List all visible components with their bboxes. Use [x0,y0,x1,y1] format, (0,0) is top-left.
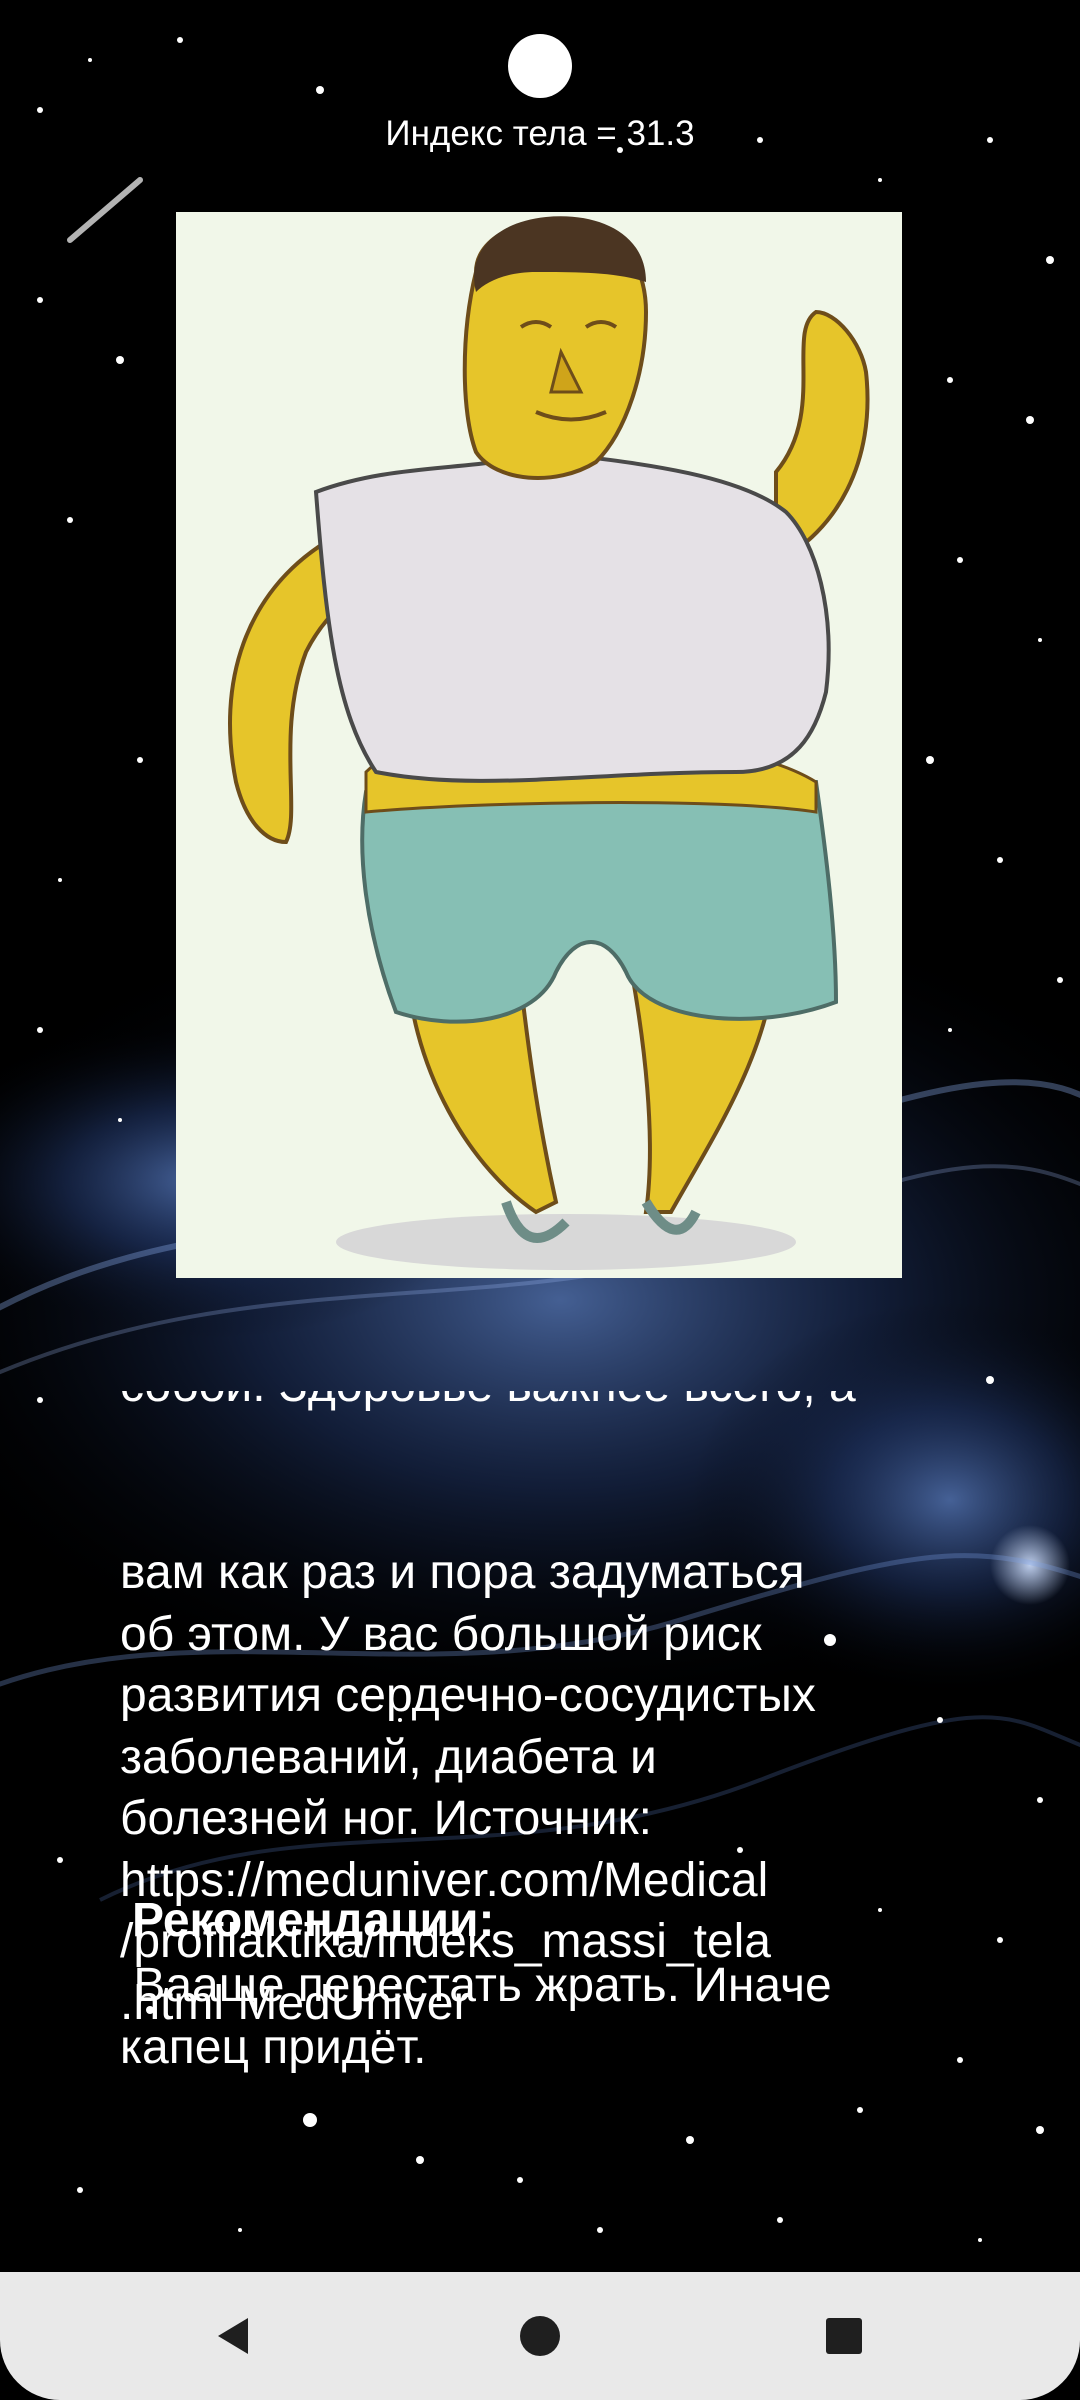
home-circle-icon [520,2316,560,2356]
back-button[interactable] [200,2302,268,2370]
overweight-man-illustration [176,212,902,1278]
bmi-label: Индекс тела = 31.3 [385,114,695,153]
clipped-description-line: собой. Здоровье важнее всего, а [120,1391,960,1419]
recents-square-icon [826,2318,862,2354]
home-button[interactable] [506,2302,574,2370]
recommendations-heading: Рекомендации: [132,1894,495,1947]
recommendations-text: Вааще перестать жрать. Иначе капец придё… [120,1959,832,2074]
back-triangle-icon [218,2318,248,2354]
front-camera [508,34,572,98]
system-navigation-bar [0,2272,1080,2400]
app-screen: Индекс тела = 31.3 вам как раз и пора за… [0,0,1080,2400]
recents-button[interactable] [810,2302,878,2370]
overweight-man-icon [176,212,902,1278]
